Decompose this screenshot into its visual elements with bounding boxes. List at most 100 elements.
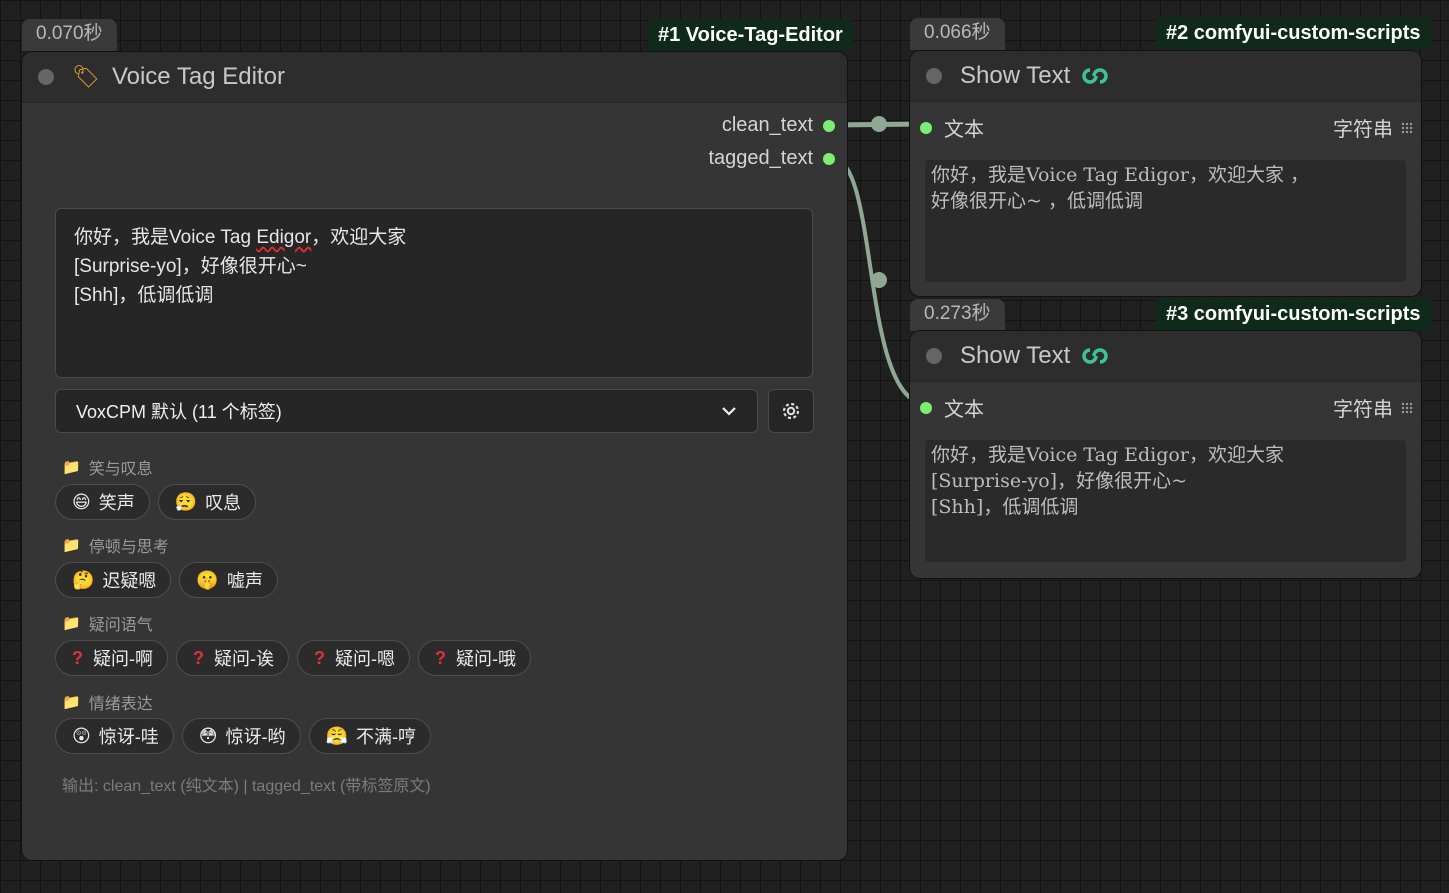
tag-chip-question-a[interactable]: ? 疑问-啊	[55, 640, 168, 676]
tagged-text-input[interactable]: 你好，我是Voice Tag Edigor，欢迎大家 [Surprise-yo]…	[55, 208, 813, 378]
flushed-emoji-icon: 😳	[198, 725, 218, 746]
tag-chip-label: 疑问-啊	[93, 649, 153, 669]
category-label: 📁 停顿与思考	[62, 533, 169, 557]
category-name: 情绪表达	[88, 696, 153, 713]
text-line: [Surprise-yo]，好像很开心~	[74, 256, 307, 277]
wire-midpoint-clean[interactable]	[871, 116, 887, 132]
folder-icon: 📁	[62, 459, 81, 476]
tag-chip-label: 疑问-诶	[214, 649, 274, 669]
category-label: 📁 情绪表达	[62, 690, 153, 714]
gear-icon	[782, 402, 800, 420]
text-line: 好像很开心~ ，低调低调	[931, 190, 1143, 212]
sigh-emoji-icon: 😮‍💨	[174, 491, 198, 512]
tag-chip-label: 迟疑嗯	[102, 571, 157, 591]
astonished-emoji-icon: 😲	[72, 725, 91, 746]
category-name: 笑与叹息	[88, 461, 153, 478]
preset-select-value: VoxCPM 默认 (11 个标签)	[76, 402, 282, 422]
tag-chip-row: 🤔 迟疑嗯 🤫 嘘声	[55, 562, 278, 598]
node-title: Show Text	[960, 342, 1071, 369]
laugh-emoji-icon: 😄	[72, 491, 91, 512]
input-label: 文本	[944, 119, 984, 141]
tag-chip-label: 嘘声	[226, 571, 263, 591]
thinking-emoji-icon: 🤔	[72, 569, 95, 590]
tag-chip-label: 疑问-嗯	[335, 649, 395, 669]
tag-chip-label: 笑声	[98, 493, 135, 513]
tag-chip-row: 😄 笑声 😮‍💨 叹息	[55, 484, 257, 520]
show-text-node-3[interactable]: Show Text 文本 字符串 你好，我是Voice Tag Edigor，欢…	[910, 331, 1421, 578]
show-text-node-2[interactable]: Show Text 文本 字符串 你好，我是Voice Tag Edigor，欢…	[910, 51, 1421, 296]
tag-icon: 🏷	[72, 64, 100, 89]
execution-time-badge: 0.273秒	[910, 299, 1005, 331]
tag-chip-label: 惊讶-哇	[98, 727, 159, 747]
question-mark-icon: ?	[193, 647, 204, 668]
spellcheck-word: Edigor	[256, 227, 312, 248]
tag-chip-label: 惊讶-哟	[225, 727, 286, 747]
category-name: 疑问语气	[88, 617, 153, 634]
tag-chip-question-en[interactable]: ? 疑问-嗯	[297, 640, 410, 676]
node-header[interactable]: 🏷 Voice Tag Editor	[22, 52, 847, 103]
tag-chip-hesitate[interactable]: 🤔 迟疑嗯	[55, 562, 172, 598]
text-line: [Shh]，低调低调	[931, 496, 1079, 518]
tag-chip-label: 不满-哼	[355, 727, 416, 747]
node-id-badge: #2 comfyui-custom-scripts	[1156, 17, 1431, 49]
preset-select[interactable]: VoxCPM 默认 (11 个标签)	[55, 389, 758, 433]
input-dot[interactable]	[920, 121, 932, 134]
tag-chip-question-o[interactable]: ? 疑问-哦	[418, 640, 531, 676]
tag-chip-label: 叹息	[205, 493, 242, 513]
category-label: 📁 笑与叹息	[62, 455, 153, 479]
output-dot[interactable]	[823, 119, 835, 132]
input-dot[interactable]	[920, 401, 932, 414]
text-line: 你好，我是Voice Tag Edigor，欢迎大家 ，	[931, 164, 1309, 186]
link-icon	[1082, 68, 1109, 84]
tag-chip-sigh[interactable]: 😮‍💨 叹息	[157, 484, 257, 520]
collapse-toggle[interactable]	[38, 69, 54, 85]
tag-chip-question-ei[interactable]: ? 疑问-诶	[176, 640, 289, 676]
input-slot-text[interactable]: 文本 字符串	[920, 393, 1413, 422]
collapse-toggle[interactable]	[926, 68, 942, 84]
output-label: clean_text	[721, 114, 813, 136]
text-display[interactable]: 你好，我是Voice Tag Edigor，欢迎大家 ， 好像很开心~ ，低调低…	[925, 160, 1406, 282]
category-name: 停顿与思考	[88, 539, 169, 556]
node-id-badge: #1 Voice-Tag-Editor	[648, 19, 853, 51]
drag-handle-icon[interactable]	[1401, 401, 1413, 414]
node-title: Show Text	[960, 62, 1071, 89]
text-line: 你好，我是Voice Tag	[74, 227, 257, 248]
input-label: 文本	[944, 399, 984, 421]
settings-button[interactable]	[768, 389, 814, 433]
question-mark-icon: ?	[435, 647, 446, 668]
shush-emoji-icon: 🤫	[196, 569, 219, 590]
tag-chip-laugh[interactable]: 😄 笑声	[55, 484, 150, 520]
collapse-toggle[interactable]	[926, 348, 942, 364]
execution-time-badge: 0.070秒	[22, 19, 117, 51]
output-label: tagged_text	[708, 147, 813, 169]
chevron-down-icon	[722, 407, 736, 416]
wire-midpoint-tagged[interactable]	[871, 272, 887, 288]
node-header[interactable]: Show Text	[910, 51, 1421, 102]
question-mark-icon: ?	[72, 647, 83, 668]
text-line: ，欢迎大家	[311, 227, 407, 248]
output-slot-tagged-text[interactable]: tagged_text	[708, 147, 839, 170]
text-line: [Shh]，低调低调	[74, 285, 214, 306]
tag-chip-label: 疑问-哦	[456, 649, 516, 669]
folder-icon: 📁	[62, 694, 81, 711]
tag-chip-surprise-wa[interactable]: 😲 惊讶-哇	[55, 718, 174, 754]
voice-tag-editor-node[interactable]: 🏷 Voice Tag Editor clean_text tagged_tex…	[22, 52, 847, 860]
category-label: 📁 疑问语气	[62, 611, 153, 635]
drag-handle-icon[interactable]	[1401, 121, 1413, 134]
tag-chip-shush[interactable]: 🤫 嘘声	[179, 562, 278, 598]
output-dot[interactable]	[823, 152, 835, 165]
tag-chip-surprise-yo[interactable]: 😳 惊讶-哟	[181, 718, 301, 754]
node-title: Voice Tag Editor	[111, 63, 285, 90]
text-display[interactable]: 你好，我是Voice Tag Edigor，欢迎大家 [Surprise-yo]…	[925, 440, 1406, 562]
input-slot-text[interactable]: 文本 字符串	[920, 113, 1413, 142]
tag-chip-annoyed-heng[interactable]: 😤 不满-哼	[308, 718, 431, 754]
output-description: 输出: clean_text (纯文本) | tagged_text (带标签原…	[62, 778, 431, 795]
output-slot-clean-text[interactable]: clean_text	[722, 114, 839, 137]
link-icon	[1082, 348, 1109, 364]
node-header[interactable]: Show Text	[910, 331, 1421, 382]
text-line: [Surprise-yo]，好像很开心~	[931, 470, 1187, 492]
text-line: 你好，我是Voice Tag Edigor，欢迎大家	[931, 444, 1284, 466]
tag-chip-row: ? 疑问-啊 ? 疑问-诶 ? 疑问-嗯 ? 疑问-哦	[55, 640, 531, 676]
folder-icon: 📁	[62, 537, 81, 554]
execution-time-badge: 0.066秒	[910, 18, 1005, 50]
